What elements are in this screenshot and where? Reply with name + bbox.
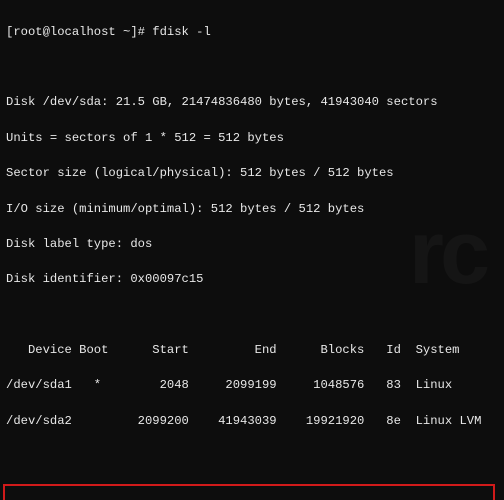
blank-line [6, 307, 498, 325]
partition-row: /dev/sda1 * 2048 2099199 1048576 83 Linu… [6, 377, 498, 395]
disk-sda-io: I/O size (minimum/optimal): 512 bytes / … [6, 201, 498, 219]
highlighted-block: Disk /dev/sdc: 10.7 GB, 10737418240 byte… [3, 484, 495, 500]
command: fdisk -l [152, 25, 211, 39]
partition-header: Device Boot Start End Blocks Id System [6, 342, 498, 360]
disk-sda-label: Disk label type: dos [6, 236, 498, 254]
blank-line [6, 59, 498, 77]
partition-row: /dev/sda2 2099200 41943039 19921920 8e L… [6, 413, 498, 431]
disk-sda-header: Disk /dev/sda: 21.5 GB, 21474836480 byte… [6, 94, 498, 112]
terminal[interactable]: [root@localhost ~]# fdisk -l Disk /dev/s… [0, 0, 504, 500]
prompt-line: [root@localhost ~]# fdisk -l [6, 24, 498, 42]
disk-sda-sector: Sector size (logical/physical): 512 byte… [6, 165, 498, 183]
prompt: [root@localhost ~]# [6, 25, 152, 39]
disk-sda-ident: Disk identifier: 0x00097c15 [6, 271, 498, 289]
blank-line [6, 448, 498, 466]
disk-sda-units: Units = sectors of 1 * 512 = 512 bytes [6, 130, 498, 148]
